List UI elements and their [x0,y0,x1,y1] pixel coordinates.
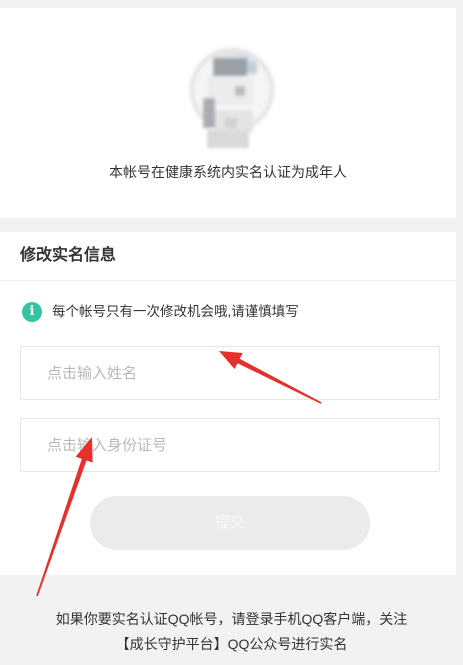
footer-instructions: 如果你要实名认证QQ帐号，请登录手机QQ客户端，关注 【成长守护平台】QQ公众号… [0,607,463,657]
title-divider [0,280,456,281]
edit-realname-form: 修改实名信息 i 每个帐号只有一次修改机会哦,请谨慎填写 提交 [0,232,456,575]
avatar [189,47,275,148]
status-card: 本帐号在健康系统内实名认证为成年人 [0,8,456,218]
footer-line: 如果你要实名认证QQ帐号，请登录手机QQ客户端，关注 [55,611,408,627]
footer-line: 【成长守护平台】QQ公众号进行实名 [115,636,348,652]
id-number-input[interactable] [20,418,440,472]
submit-button[interactable]: 提交 [90,496,370,550]
verification-status-text: 本帐号在健康系统内实名认证为成年人 [109,164,347,180]
info-icon: i [22,302,42,322]
notice-text: 每个帐号只有一次修改机会哦,请谨慎填写 [52,304,299,319]
notice-row: i 每个帐号只有一次修改机会哦,请谨慎填写 [22,302,299,322]
page: { "status": { "avatar_icon": "blurred-av… [0,0,463,665]
name-input[interactable] [20,346,440,400]
form-title: 修改实名信息 [20,247,117,264]
